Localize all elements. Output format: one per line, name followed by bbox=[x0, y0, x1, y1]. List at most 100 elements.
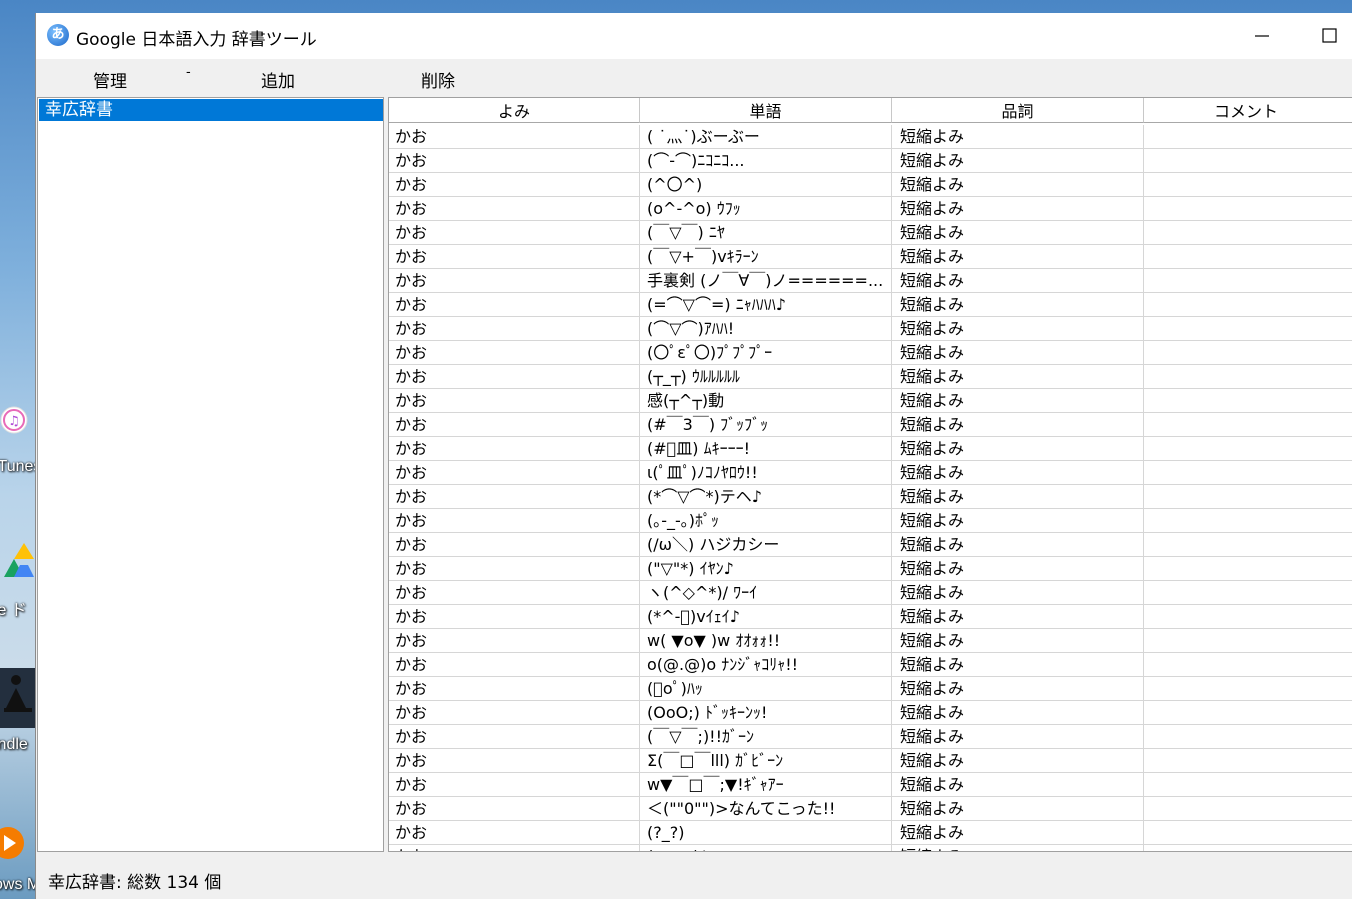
table-row[interactable]: かお w( ▼o▼ )w ｵｵｫｫ!! 短縮よみ bbox=[389, 629, 1352, 653]
kindle-icon[interactable] bbox=[0, 668, 36, 728]
cell-reading[interactable]: かお bbox=[389, 125, 640, 149]
cell-reading[interactable]: かお bbox=[389, 389, 640, 413]
cell-comment[interactable] bbox=[1144, 317, 1352, 341]
cell-comment[interactable] bbox=[1144, 581, 1352, 605]
cell-comment[interactable] bbox=[1144, 437, 1352, 461]
cell-pos[interactable]: 短縮よみ bbox=[892, 533, 1144, 557]
menu-delete[interactable]: 削除 bbox=[421, 67, 455, 92]
cell-word[interactable]: (￣▽+￣)vｷﾗｰﾝ bbox=[640, 245, 892, 269]
cell-pos[interactable]: 短縮よみ bbox=[892, 341, 1144, 365]
table-row[interactable]: かお (^〇^) 短縮よみ bbox=[389, 173, 1352, 197]
dictionary-list[interactable]: 幸広辞書 bbox=[37, 97, 384, 852]
cell-word[interactable]: o(@.@)o ﾅﾝｼﾞｬｺﾘｬ!! bbox=[640, 653, 892, 677]
dictionary-item-selected[interactable]: 幸広辞書 bbox=[39, 99, 383, 121]
table-row[interactable]: かお o(@.@)o ﾅﾝｼﾞｬｺﾘｬ!! 短縮よみ bbox=[389, 653, 1352, 677]
cell-reading[interactable]: かお bbox=[389, 221, 640, 245]
table-row[interactable]: かお ("▽"*) ｲﾔﾝ♪ 短縮よみ bbox=[389, 557, 1352, 581]
cell-reading[interactable]: かお bbox=[389, 461, 640, 485]
cell-pos[interactable]: 短縮よみ bbox=[892, 149, 1144, 173]
cell-reading[interactable]: かお bbox=[389, 749, 640, 773]
cell-comment[interactable] bbox=[1144, 533, 1352, 557]
table-row[interactable]: かお (￣▽￣) ﾆﾔ 短縮よみ bbox=[389, 221, 1352, 245]
cell-reading[interactable]: かお bbox=[389, 653, 640, 677]
cell-word[interactable]: (⌒-⌒)ﾆｺﾆｺ... bbox=[640, 149, 892, 173]
cell-reading[interactable]: かお bbox=[389, 773, 640, 797]
cell-reading[interactable]: かお bbox=[389, 293, 640, 317]
table-row[interactable]: かお (?_?) 短縮よみ bbox=[389, 821, 1352, 845]
table-row[interactable]: かお (⌒▽⌒)ｱﾊﾊ! 短縮よみ bbox=[389, 317, 1352, 341]
cell-pos[interactable]: 短縮よみ bbox=[892, 749, 1144, 773]
cell-word[interactable]: 手裏剣 (ノ￣∀￣)ノ======... bbox=[640, 269, 892, 293]
cell-comment[interactable] bbox=[1144, 173, 1352, 197]
table-row[interactable]: かお(・_・)/~~短縮よみ bbox=[389, 845, 1352, 851]
cell-pos[interactable]: 短縮よみ bbox=[892, 125, 1144, 149]
cell-word[interactable]: w▼￣□￣;▼!ｷﾞｬｱｰ bbox=[640, 773, 892, 797]
cell-comment[interactable] bbox=[1144, 845, 1352, 851]
cell-reading[interactable]: かお bbox=[389, 845, 640, 851]
cell-comment[interactable] bbox=[1144, 485, 1352, 509]
cell-comment[interactable] bbox=[1144, 749, 1352, 773]
table-row[interactable]: かお (OoO;) ﾄﾞｯｷｰﾝｯ! 短縮よみ bbox=[389, 701, 1352, 725]
cell-reading[interactable]: かお bbox=[389, 821, 640, 845]
table-row[interactable]: かお ι(ﾟ皿ﾟ)ﾉｺﾉﾔﾛｳ!! 短縮よみ bbox=[389, 461, 1352, 485]
cell-word[interactable]: (⌒▽⌒)ｱﾊﾊ! bbox=[640, 317, 892, 341]
table-row[interactable]: かお (=⌒▽⌒=) ﾆｬﾊﾊﾊ♪ 短縮よみ bbox=[389, 293, 1352, 317]
cell-reading[interactable]: かお bbox=[389, 485, 640, 509]
cell-reading[interactable]: かお bbox=[389, 245, 640, 269]
cell-pos[interactable]: 短縮よみ bbox=[892, 173, 1144, 197]
google-drive-icon[interactable] bbox=[0, 535, 36, 595]
table-row[interactable]: かお (*⌒▽⌒*)テヘ♪ 短縮よみ bbox=[389, 485, 1352, 509]
cell-comment[interactable] bbox=[1144, 269, 1352, 293]
cell-pos[interactable]: 短縮よみ bbox=[892, 629, 1144, 653]
table-row[interactable]: かお( ˙灬˙)ぶーぶー 短縮よみ bbox=[389, 125, 1352, 149]
cell-reading[interactable]: かお bbox=[389, 269, 640, 293]
cell-word[interactable]: (｡-_-｡)ﾎﾟｯ bbox=[640, 509, 892, 533]
cell-reading[interactable]: かお bbox=[389, 797, 640, 821]
cell-pos[interactable]: 短縮よみ bbox=[892, 389, 1144, 413]
table-row[interactable]: かお Σ(￣□￣lll) ｶﾞﾋﾞｰﾝ 短縮よみ bbox=[389, 749, 1352, 773]
column-header-word[interactable]: 単語 bbox=[640, 98, 892, 123]
cell-reading[interactable]: かお bbox=[389, 197, 640, 221]
cell-pos[interactable]: 短縮よみ bbox=[892, 677, 1144, 701]
table-row[interactable]: かお (￣▽￣;)!!ｶﾞｰﾝ 短縮よみ bbox=[389, 725, 1352, 749]
column-header-pos[interactable]: 品詞 bbox=[892, 98, 1144, 123]
cell-word[interactable]: 感(┬^┬)動 bbox=[640, 389, 892, 413]
menu-add[interactable]: 追加 bbox=[261, 67, 295, 92]
cell-pos[interactable]: 短縮よみ bbox=[892, 701, 1144, 725]
cell-comment[interactable] bbox=[1144, 413, 1352, 437]
cell-pos[interactable]: 短縮よみ bbox=[892, 581, 1144, 605]
cell-comment[interactable] bbox=[1144, 197, 1352, 221]
cell-reading[interactable]: かお bbox=[389, 581, 640, 605]
cell-pos[interactable]: 短縮よみ bbox=[892, 293, 1144, 317]
windows-media-icon[interactable] bbox=[0, 815, 36, 875]
cell-pos[interactable]: 短縮よみ bbox=[892, 413, 1144, 437]
cell-reading[interactable]: かお bbox=[389, 341, 640, 365]
cell-reading[interactable]: かお bbox=[389, 149, 640, 173]
column-header-reading[interactable]: よみ bbox=[389, 98, 640, 123]
itunes-icon[interactable]: ♫ bbox=[0, 400, 36, 460]
cell-pos[interactable]: 短縮よみ bbox=[892, 653, 1144, 677]
cell-pos[interactable]: 短縮よみ bbox=[892, 461, 1144, 485]
cell-word[interactable]: (￣▽￣;)!!ｶﾞｰﾝ bbox=[640, 725, 892, 749]
cell-comment[interactable] bbox=[1144, 389, 1352, 413]
table-row[interactable]: かお (#ﾟ皿) ﾑｷｰｰｰ! 短縮よみ bbox=[389, 437, 1352, 461]
cell-reading[interactable]: かお bbox=[389, 629, 640, 653]
cell-word[interactable]: (=⌒▽⌒=) ﾆｬﾊﾊﾊ♪ bbox=[640, 293, 892, 317]
table-row[interactable]: かお (*^-ﾟ)vｲｪｲ♪ 短縮よみ bbox=[389, 605, 1352, 629]
cell-word[interactable]: (*^-ﾟ)vｲｪｲ♪ bbox=[640, 605, 892, 629]
cell-pos[interactable]: 短縮よみ bbox=[892, 797, 1144, 821]
cell-word[interactable]: (┬_┬) ｳﾙﾙﾙﾙﾙ bbox=[640, 365, 892, 389]
cell-word[interactable]: (・_・)/~~ bbox=[640, 845, 892, 851]
table-row[interactable]: かお ＜(""0"")>なんてこった!! 短縮よみ bbox=[389, 797, 1352, 821]
cell-word[interactable]: (*⌒▽⌒*)テヘ♪ bbox=[640, 485, 892, 509]
cell-word[interactable]: (?_?) bbox=[640, 821, 892, 845]
cell-comment[interactable] bbox=[1144, 125, 1352, 149]
cell-pos[interactable]: 短縮よみ bbox=[892, 509, 1144, 533]
cell-comment[interactable] bbox=[1144, 605, 1352, 629]
cell-reading[interactable]: かお bbox=[389, 725, 640, 749]
cell-comment[interactable] bbox=[1144, 701, 1352, 725]
cell-pos[interactable]: 短縮よみ bbox=[892, 845, 1144, 851]
cell-word[interactable]: ι(ﾟ皿ﾟ)ﾉｺﾉﾔﾛｳ!! bbox=[640, 461, 892, 485]
cell-comment[interactable] bbox=[1144, 821, 1352, 845]
cell-comment[interactable] bbox=[1144, 773, 1352, 797]
